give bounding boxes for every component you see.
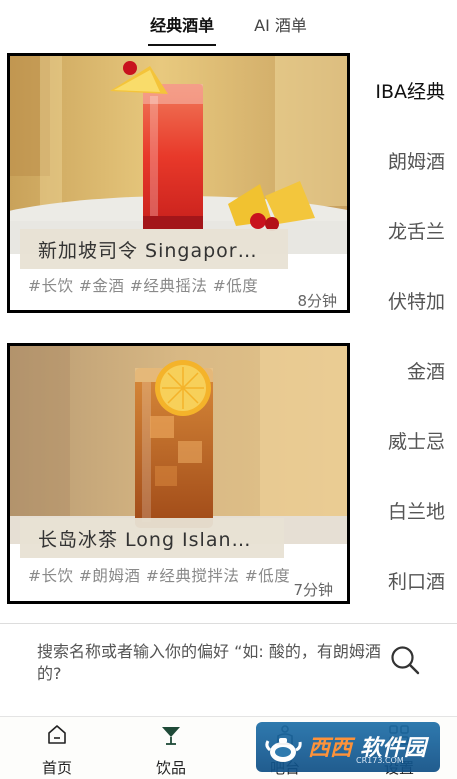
drink-title: 新加坡司令 Singapor…: [20, 229, 288, 269]
nav-drinks[interactable]: 饮品: [131, 717, 211, 779]
drink-title: 长岛冰茶 Long Islan…: [20, 518, 284, 558]
category-rum[interactable]: 朗姆酒: [388, 147, 445, 174]
tab-ai-menu[interactable]: AI 酒单: [254, 0, 307, 48]
drink-card-singapore-sling[interactable]: 新加坡司令 Singapor… #长饮 #金酒 #经典摇法 #低度 8分钟: [7, 53, 350, 313]
tab-classic-menu[interactable]: 经典酒单: [148, 0, 217, 48]
drink-time: 7分钟: [293, 581, 333, 599]
cocktail-glass-icon: [159, 723, 183, 747]
category-liqueur[interactable]: 利口酒: [388, 567, 445, 594]
nav-home-label: 首页: [41, 759, 72, 777]
top-tab-bar: 经典酒单 AI 酒单: [0, 0, 457, 48]
watermark-brand-orange: 西西: [308, 736, 353, 761]
watermark-teapot-icon: [264, 728, 302, 766]
nav-home[interactable]: 首页: [17, 717, 97, 779]
drink-time: 8分钟: [297, 292, 337, 310]
category-whisky[interactable]: 威士忌: [388, 427, 445, 454]
search-divider: [0, 623, 457, 624]
nav-drinks-label: 饮品: [155, 759, 186, 777]
category-tequila[interactable]: 龙舌兰: [388, 217, 445, 244]
drink-image-singapore-sling: [10, 56, 347, 254]
drink-tags: #长饮 #金酒 #经典摇法 #低度: [28, 277, 259, 295]
drink-card-long-island[interactable]: 长岛冰茶 Long Islan… #长饮 #朗姆酒 #经典搅拌法 #低度 7分钟: [7, 343, 350, 604]
category-iba-classic[interactable]: IBA经典: [375, 77, 445, 104]
category-gin[interactable]: 金酒: [407, 357, 445, 384]
drink-image-long-island: [10, 346, 347, 544]
drink-tags: #长饮 #朗姆酒 #经典搅拌法 #低度: [28, 567, 291, 585]
search-icon[interactable]: [390, 645, 420, 675]
home-icon: [45, 723, 69, 747]
search-input[interactable]: 搜索名称或者输入你的偏好 “如: 酸的，有朗姆酒的?: [37, 641, 382, 685]
category-vodka[interactable]: 伏特加: [388, 287, 445, 314]
watermark-logo: 西西 软件园 CR173.COM: [256, 722, 440, 772]
watermark-url: CR173.COM: [356, 756, 404, 765]
category-brandy[interactable]: 白兰地: [388, 497, 445, 524]
